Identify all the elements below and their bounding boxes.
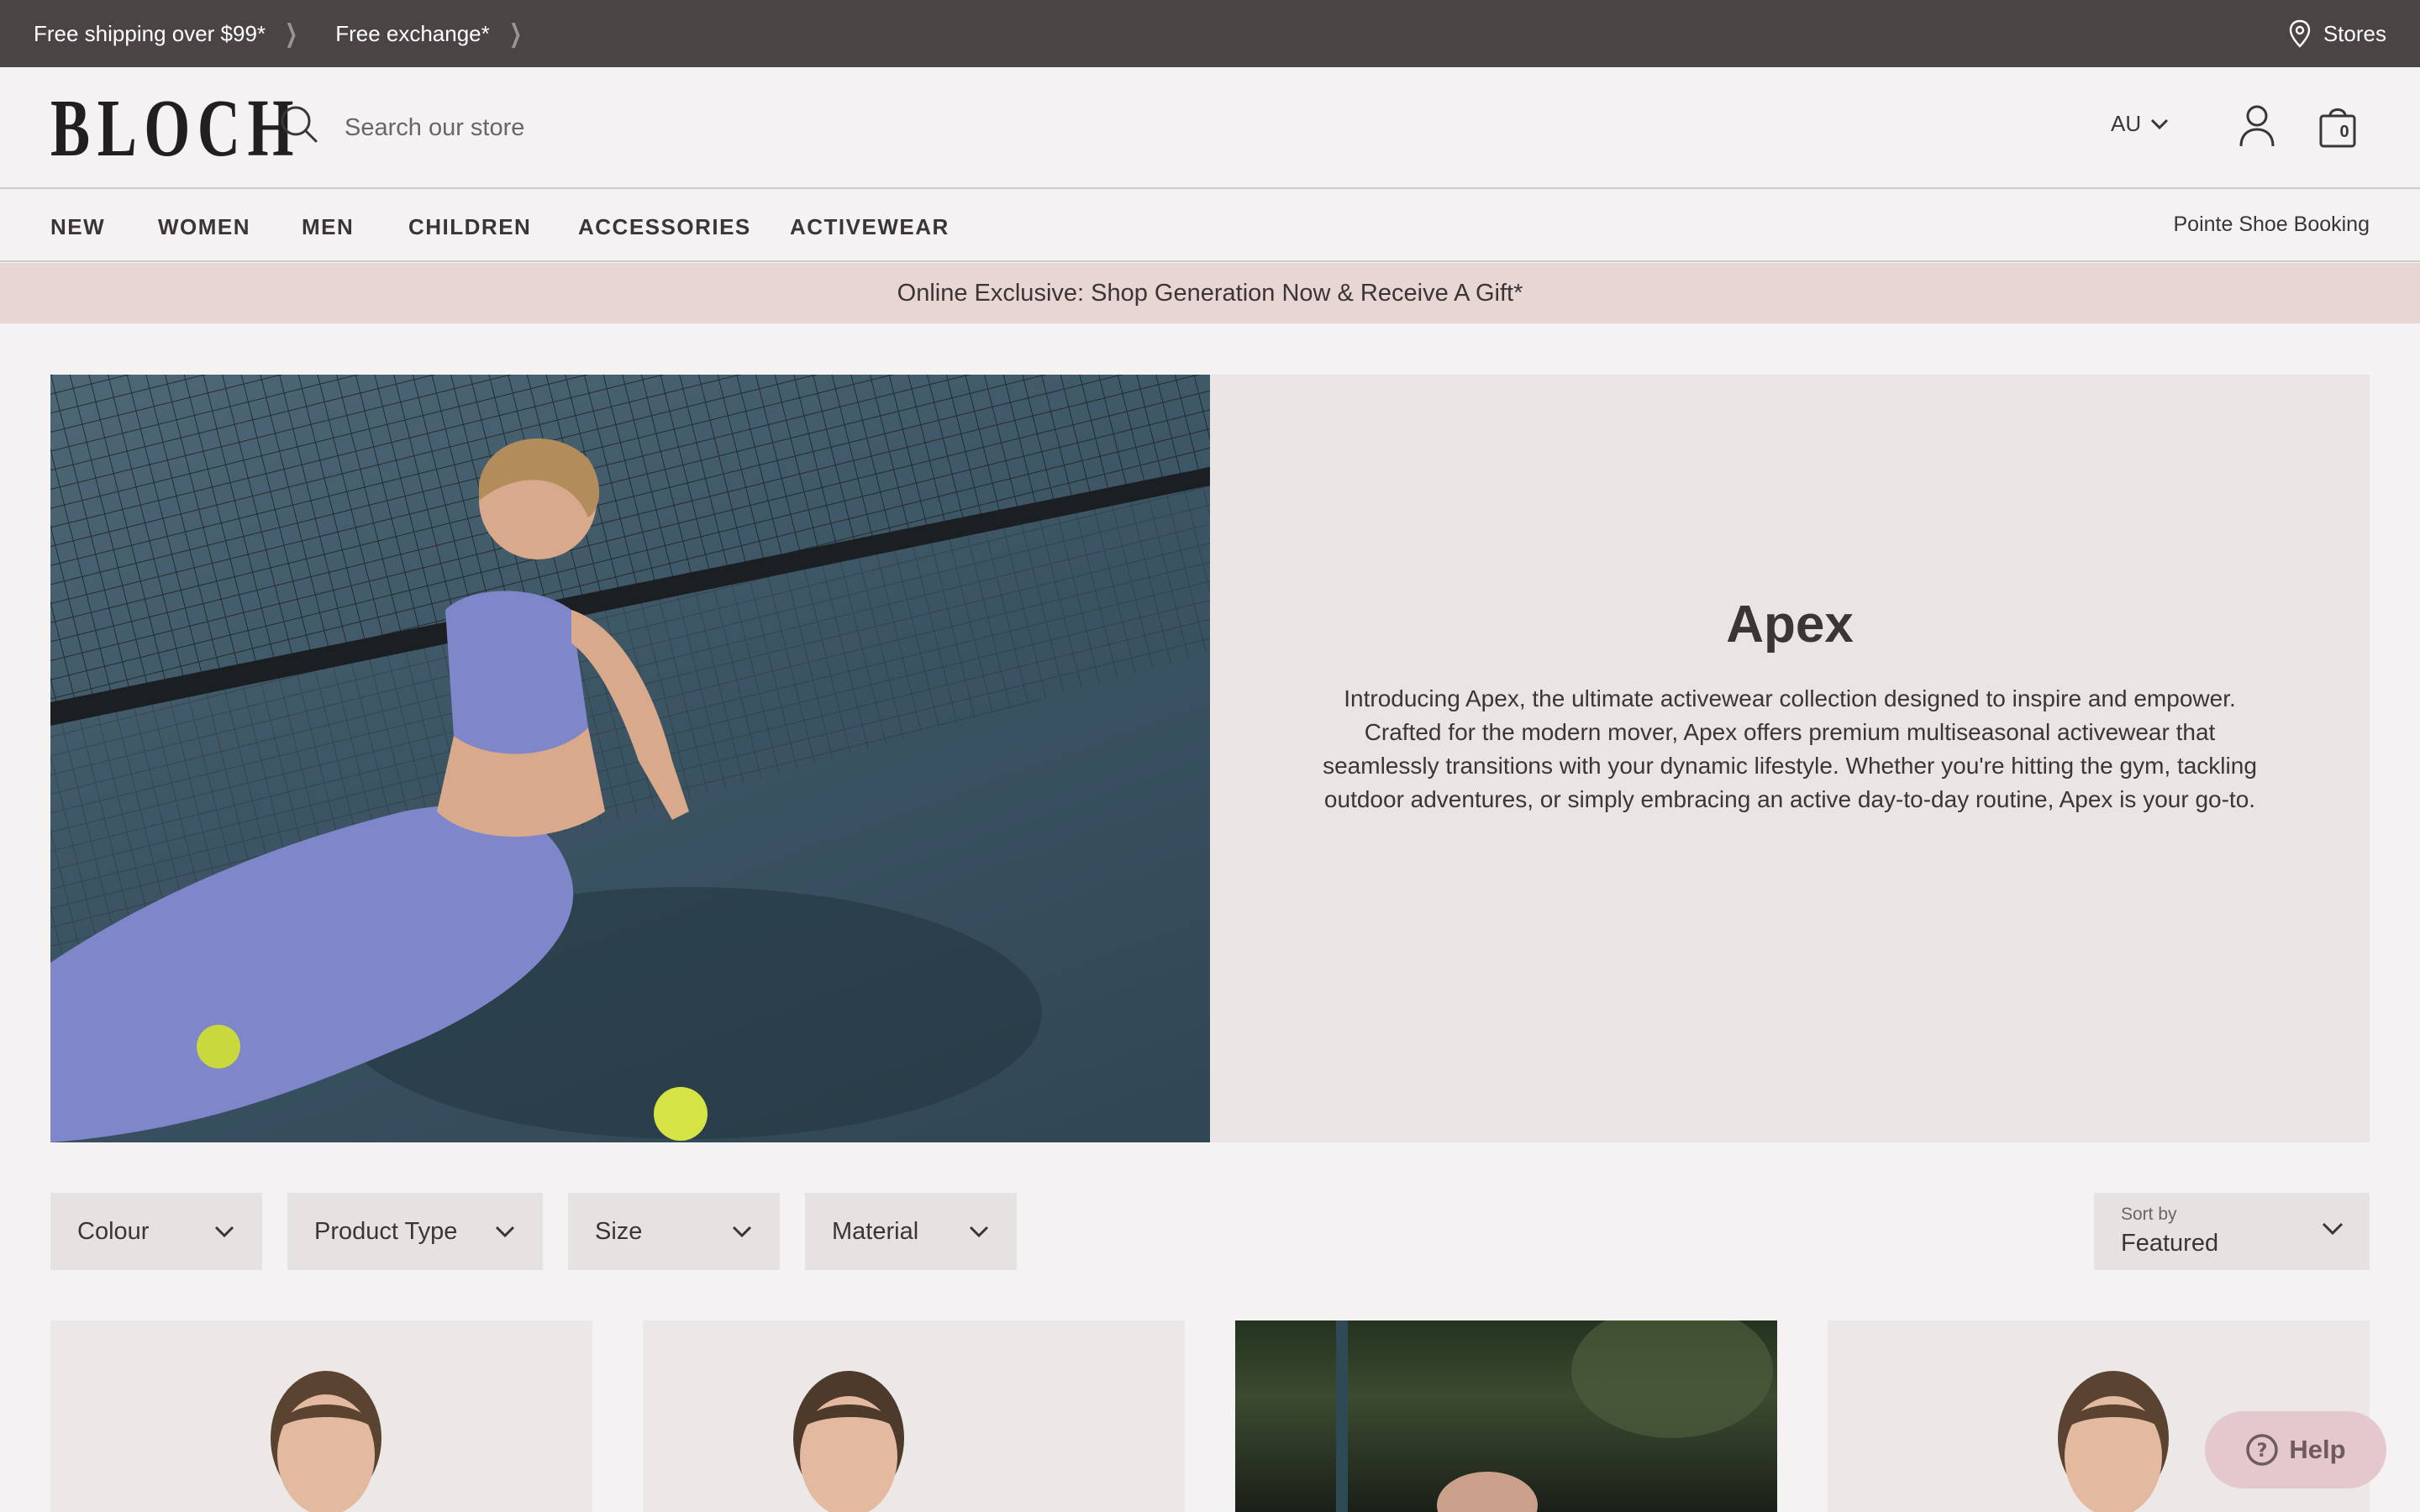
filter-material[interactable]: Material <box>805 1193 1017 1270</box>
pointe-shoe-booking-link[interactable]: Pointe Shoe Booking <box>2173 213 2370 237</box>
region-selector[interactable]: AU <box>2111 111 2170 137</box>
stores-link[interactable]: Stores <box>2288 0 2386 67</box>
announcement-banner[interactable]: Online Exclusive: Shop Generation Now & … <box>0 263 2420 323</box>
sort-dropdown[interactable]: Sort by Featured <box>2094 1193 2370 1270</box>
product-card[interactable] <box>50 1320 592 1512</box>
hero-image <box>50 375 1210 1142</box>
promo-exchange-link[interactable]: Free exchange* ❯ <box>335 19 526 49</box>
location-pin-icon <box>2289 19 2311 48</box>
svg-text:?: ? <box>2257 1441 2268 1462</box>
filter-size-label: Size <box>595 1217 643 1245</box>
filter-colour-label: Colour <box>77 1217 150 1245</box>
chevron-right-icon: ❯ <box>285 19 298 48</box>
chevron-right-icon: ❯ <box>508 19 522 48</box>
filter-colour[interactable]: Colour <box>50 1193 262 1270</box>
filter-product-type[interactable]: Product Type <box>287 1193 543 1270</box>
nav-item-men[interactable]: MEN <box>302 214 354 240</box>
promo-shipping-link[interactable]: Free shipping over $99* ❯ <box>34 19 302 49</box>
filter-material-label: Material <box>832 1217 919 1245</box>
nav-item-women[interactable]: WOMEN <box>158 214 250 240</box>
search-icon[interactable] <box>279 104 319 144</box>
nav-item-new[interactable]: NEW <box>50 214 105 240</box>
sort-value: Featured <box>2121 1230 2219 1257</box>
nav-item-accessories[interactable]: ACCESSORIES <box>578 214 751 240</box>
collection-title: Apex <box>1726 596 1854 654</box>
product-image <box>793 1371 904 1512</box>
promo-shipping-text: Free shipping over $99* <box>34 20 266 46</box>
product-image <box>1336 1320 1773 1512</box>
collection-description: Introducing Apex, the ultimate activewea… <box>1323 685 2257 812</box>
help-circle-icon: ? <box>2246 1434 2279 1466</box>
nav-item-activewear[interactable]: ACTIVEWEAR <box>790 214 950 240</box>
chevron-down-icon <box>2322 1222 2344 1236</box>
sort-label: Sort by <box>2121 1205 2177 1224</box>
help-label: Help <box>2289 1435 2346 1464</box>
hero-illustration <box>50 375 1210 1142</box>
search-input[interactable] <box>345 101 1101 155</box>
stores-label: Stores <box>2323 20 2386 46</box>
chevron-down-icon <box>495 1226 515 1238</box>
filter-size[interactable]: Size <box>568 1193 780 1270</box>
chevron-down-icon <box>732 1226 752 1238</box>
promo-exchange-text: Free exchange* <box>335 20 490 46</box>
help-button[interactable]: ? Help <box>2205 1411 2386 1488</box>
chevron-down-icon <box>2151 118 2169 129</box>
site-header: BLOCH AU 0 <box>0 67 2420 189</box>
main-nav: NEW WOMEN MEN CHILDREN ACCESSORIES ACTIV… <box>0 191 2420 262</box>
product-card[interactable] <box>1235 1320 1777 1512</box>
filter-product-type-label: Product Type <box>314 1217 458 1245</box>
chevron-down-icon <box>214 1226 234 1238</box>
bloch-logo[interactable]: BLOCH <box>50 87 301 170</box>
account-icon[interactable] <box>2238 104 2275 148</box>
chevron-down-icon <box>969 1226 989 1238</box>
promo-bar: Free shipping over $99* ❯ Free exchange*… <box>0 0 2420 67</box>
region-label: AU <box>2111 111 2142 136</box>
product-card[interactable] <box>643 1320 1185 1512</box>
hero-text-panel: Apex Introducing Apex, the ultimate acti… <box>1210 375 2370 1142</box>
nav-item-children[interactable]: CHILDREN <box>408 214 531 240</box>
product-image <box>271 1371 381 1512</box>
cart-count: 0 <box>2339 123 2349 141</box>
